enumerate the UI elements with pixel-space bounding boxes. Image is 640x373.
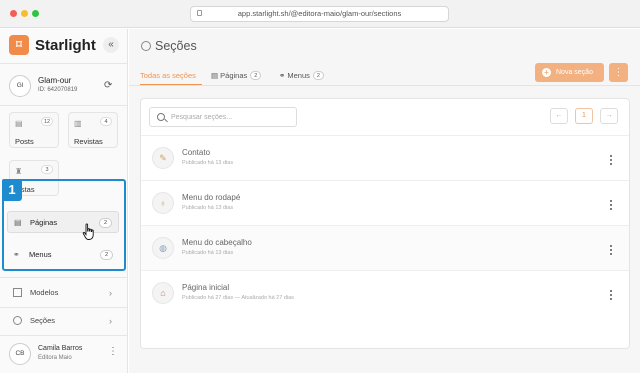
square-icon (13, 288, 22, 297)
tab-label: Páginas (220, 71, 248, 80)
item-subtitle: Publicado há 27 dias — Atualizado há 27 … (182, 295, 294, 301)
search-icon (157, 113, 165, 121)
listas-count: 3 (41, 165, 53, 174)
circle-icon (13, 316, 22, 325)
prev-page-button[interactable]: ← (550, 108, 568, 124)
chevron-right-icon: › (109, 316, 112, 326)
item-title: Menu do cabeçalho (182, 238, 252, 247)
address-bar[interactable]: app.starlight.sh/@editora-maio/glam-our/… (190, 6, 449, 22)
row-menu-icon[interactable] (607, 288, 615, 302)
list-item[interactable]: ✎ Contato Publicado há 13 dias (141, 135, 629, 180)
tab-label: Todas as seções (140, 71, 196, 80)
user-menu-icon[interactable]: ⋮ (108, 347, 118, 357)
page-title: Seções (141, 39, 197, 53)
sidebar-item-label: Seções (30, 316, 56, 325)
sections-panel: ← 1 → ✎ Contato Publicado há 13 dias ♁ M… (140, 98, 630, 349)
next-page-button[interactable]: → (600, 108, 618, 124)
tab-count: 2 (250, 71, 262, 80)
divider (0, 105, 128, 106)
divider (129, 85, 640, 86)
starlight-logo-icon: ⌑ (9, 35, 29, 55)
page-icon: ▤ (211, 71, 221, 80)
row-menu-icon[interactable] (607, 198, 615, 212)
search-field[interactable] (149, 107, 297, 127)
step-badge: 1 (2, 179, 22, 201)
tab-todas[interactable]: Todas as seções (140, 69, 196, 83)
divider (0, 277, 128, 278)
row-menu-icon[interactable] (607, 243, 615, 257)
tab-count: 2 (312, 71, 324, 80)
minimize-window-button[interactable] (21, 10, 28, 17)
item-subtitle: Publicado há 13 dias (182, 160, 234, 166)
posts-count: 12 (41, 117, 53, 126)
browser-titlebar: app.starlight.sh/@editora-maio/glam-our/… (0, 0, 640, 28)
item-title: Página inicial (182, 283, 230, 292)
ice-cream-icon: ♁ (152, 192, 174, 214)
workspace-id: ID: 642070819 (38, 87, 78, 93)
posts-card[interactable]: ▤ 12 Posts (9, 112, 59, 148)
workspace-name: Glam-our (38, 76, 72, 85)
document-icon: ▤ (15, 119, 23, 128)
new-section-label: Nova seção (556, 69, 593, 76)
url-text: app.starlight.sh/@editora-maio/glam-our/… (237, 9, 402, 18)
tab-paginas[interactable]: ▤ Páginas 2 (211, 69, 262, 83)
item-subtitle: Publicado há 13 dias (182, 250, 234, 256)
brand-name: Starlight (35, 37, 96, 54)
close-window-button[interactable] (10, 10, 17, 17)
list-item[interactable]: ◍ Menu do cabeçalho Publicado há 13 dias (141, 225, 629, 270)
divider (0, 335, 128, 336)
posts-label: Posts (15, 137, 34, 146)
collapse-sidebar-button[interactable]: « (103, 37, 119, 53)
divider (0, 63, 128, 64)
pencil-icon: ✎ (152, 147, 174, 169)
search-input[interactable] (171, 111, 291, 124)
current-page[interactable]: 1 (575, 108, 593, 124)
divider (0, 307, 128, 308)
list-item[interactable]: ♁ Menu do rodapé Publicado há 13 dias (141, 180, 629, 225)
main-content: Seções Todas as seções ▤ Páginas 2 ⚭ Menu… (129, 29, 640, 373)
lock-icon (197, 10, 202, 16)
sidebar-item-secoes[interactable]: Seções › (7, 311, 119, 331)
user-name: Camila Barros (38, 345, 83, 352)
chevron-right-icon: › (109, 288, 112, 298)
plus-icon: + (542, 68, 551, 77)
item-title: Menu do rodapé (182, 193, 241, 202)
circle-icon (141, 41, 151, 51)
tab-label: Menus (287, 71, 310, 80)
workspace-avatar: Gl (9, 75, 31, 97)
sidebar-item-modelos[interactable]: Modelos › (7, 283, 119, 303)
switch-workspace-icon[interactable]: ⟳ (104, 80, 112, 91)
new-section-button[interactable]: + Nova seção (535, 63, 604, 82)
user-avatar: CB (9, 343, 31, 365)
globe-icon: ◍ (152, 237, 174, 259)
page-title-text: Seções (155, 39, 197, 53)
tab-menus[interactable]: ⚭ Menus 2 (279, 69, 324, 83)
revistas-label: Revistas (74, 137, 103, 146)
house-icon: ⌂ (152, 282, 174, 304)
sidebar-item-label: Modelos (30, 288, 59, 297)
item-title: Contato (182, 148, 211, 157)
row-menu-icon[interactable] (607, 153, 615, 167)
revistas-card[interactable]: ▥ 4 Revistas (68, 112, 118, 148)
item-subtitle: Publicado há 13 dias (182, 205, 234, 211)
zoom-window-button[interactable] (32, 10, 39, 17)
list-icon: ♜ (15, 167, 23, 176)
magazine-icon: ▥ (74, 119, 82, 128)
more-options-button[interactable]: ⋮ (609, 63, 628, 82)
list-item[interactable]: ⌂ Página inicial Publicado há 27 dias — … (141, 270, 629, 315)
revistas-count: 4 (100, 117, 112, 126)
user-role: Editora Maio (38, 355, 72, 361)
